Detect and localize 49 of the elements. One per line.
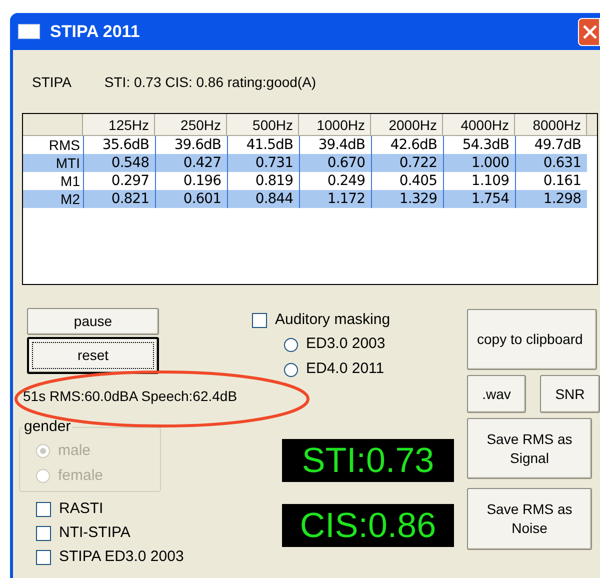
table-cell: 0.821 bbox=[83, 190, 155, 208]
close-icon bbox=[582, 24, 598, 40]
column-header: 500Hz bbox=[227, 114, 299, 135]
radio-label: male bbox=[58, 440, 91, 461]
checkbox-label: NTI-STIPA bbox=[59, 522, 130, 543]
value-display: STI:0.73 bbox=[282, 439, 454, 482]
save-signal-button[interactable]: Save RMS as Signal bbox=[467, 418, 592, 479]
group-title: gender bbox=[23, 417, 72, 437]
checkbox[interactable] bbox=[36, 550, 51, 564]
wav-button[interactable]: .wav bbox=[467, 375, 526, 413]
value-display: CIS:0.86 bbox=[282, 504, 454, 547]
row-label: RMS bbox=[48, 136, 81, 154]
table-cell: 1.298 bbox=[515, 190, 587, 208]
column-header: 2000Hz bbox=[371, 114, 443, 135]
column-header: 125Hz bbox=[83, 114, 155, 135]
checkbox-label: STIPA ED3.0 2003 bbox=[59, 546, 184, 567]
radio-label: ED3.0 2003 bbox=[306, 334, 386, 354]
checkbox[interactable] bbox=[252, 312, 267, 328]
summary-text: STI: 0.73 CIS: 0.86 rating:good(A) bbox=[104, 72, 316, 92]
reset-button[interactable]: reset bbox=[27, 337, 159, 374]
column-header: 250Hz bbox=[155, 114, 227, 135]
close-button[interactable] bbox=[578, 18, 600, 46]
column-header: 4000Hz bbox=[443, 114, 515, 135]
checkbox[interactable] bbox=[36, 502, 51, 516]
window-title: STIPA 2011 bbox=[50, 20, 140, 43]
row-label: M2 bbox=[60, 190, 81, 208]
status-text: 51s RMS:60.0dBA Speech:62.4dB bbox=[22, 386, 238, 406]
table-cell: 1.172 bbox=[299, 190, 371, 208]
pause-button[interactable]: pause bbox=[27, 308, 159, 335]
checkbox[interactable] bbox=[36, 526, 51, 540]
checkbox-label: Auditory masking bbox=[275, 310, 390, 330]
row-label: M1 bbox=[60, 172, 81, 190]
window-icon bbox=[18, 24, 40, 39]
snr-button[interactable]: SNR bbox=[540, 375, 600, 413]
column-header: 8000Hz bbox=[515, 114, 587, 135]
column-header: 1000Hz bbox=[299, 114, 371, 135]
radio-label: ED4.0 2011 bbox=[306, 359, 384, 380]
save-noise-button[interactable]: Save RMS as Noise bbox=[467, 488, 592, 550]
mode-label: STIPA bbox=[32, 72, 72, 92]
row-label: MTI bbox=[54, 154, 81, 172]
copy-button[interactable]: copy to clipboard bbox=[467, 309, 597, 370]
radio-button[interactable] bbox=[284, 338, 298, 352]
radio-button[interactable] bbox=[284, 362, 298, 376]
checkbox-label: RASTI bbox=[59, 498, 104, 519]
table-cell: 0.601 bbox=[155, 190, 227, 208]
table-cell: 1.754 bbox=[443, 190, 515, 208]
radio-label: female bbox=[58, 466, 104, 486]
table-cell: 1.329 bbox=[371, 190, 443, 208]
table-cell: 0.844 bbox=[227, 190, 299, 208]
